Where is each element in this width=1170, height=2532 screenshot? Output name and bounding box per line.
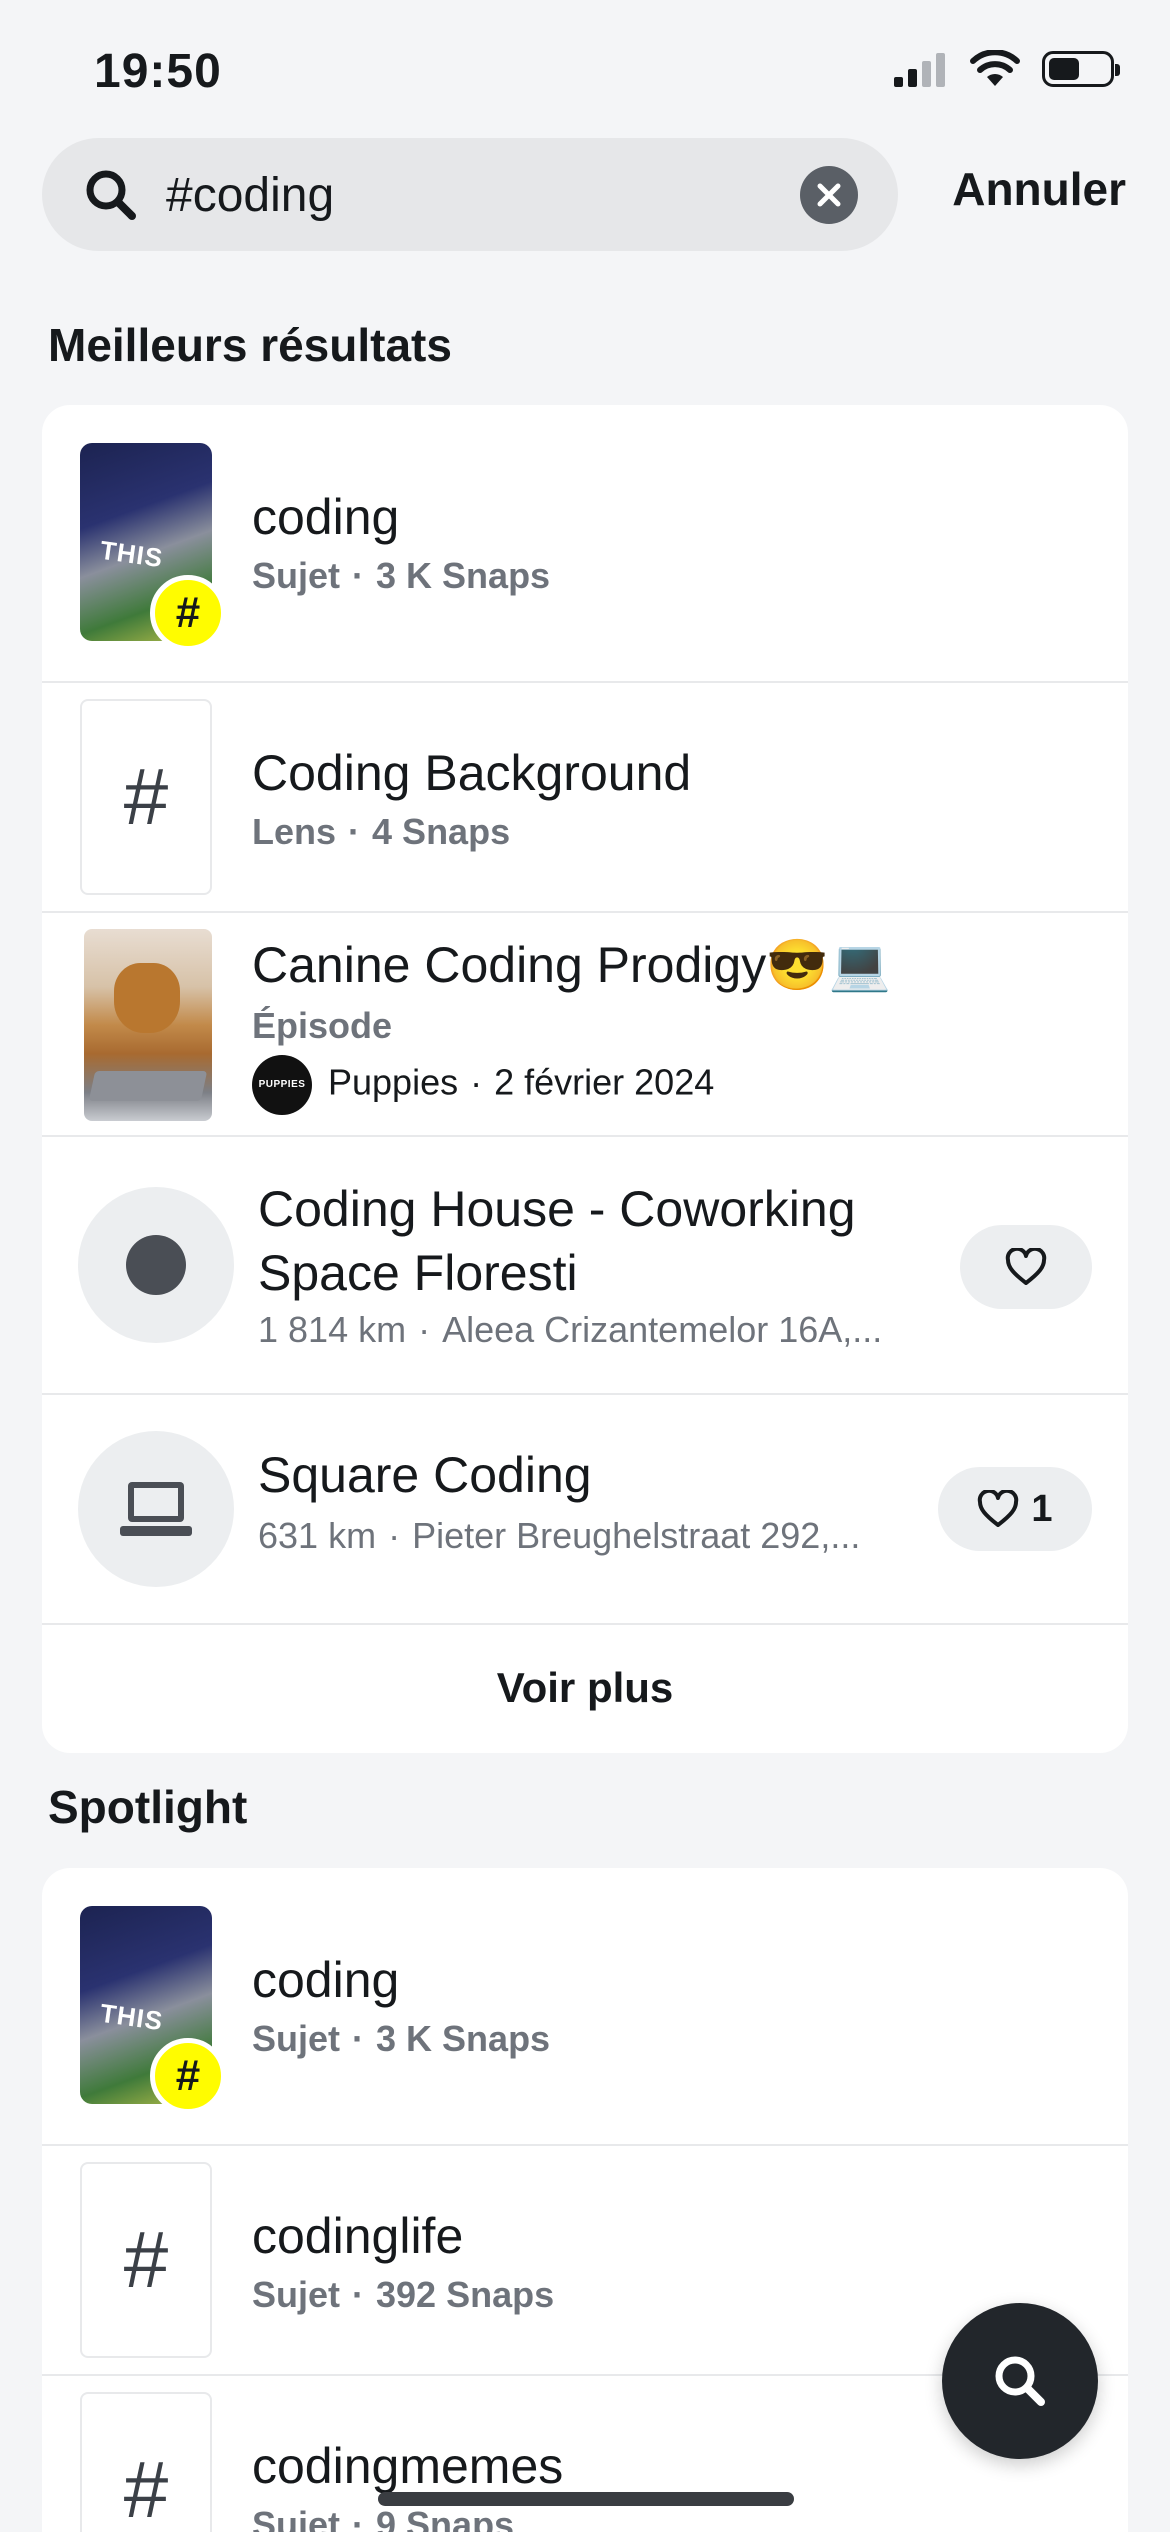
- result-subtitle: Sujet · 3 K Snaps: [252, 2018, 551, 2059]
- floating-search-button[interactable]: [942, 2303, 1098, 2459]
- home-indicator: [378, 2492, 794, 2506]
- result-subtitle: Lens · 4 Snaps: [252, 811, 511, 852]
- cellular-signal-icon: [894, 53, 945, 87]
- favorite-button[interactable]: [960, 1225, 1092, 1309]
- result-type: Épisode: [252, 1005, 393, 1046]
- result-row-place-square-coding[interactable]: Square Coding 631 km · Pieter Breughelstra…: [42, 1395, 1128, 1625]
- result-row-lens-coding-background[interactable]: # Coding Background Lens · 4 Snaps: [42, 683, 1128, 913]
- result-title: Square Coding: [258, 1447, 592, 1503]
- thumbnail-overlay-text: THIS: [98, 1997, 166, 2037]
- episode-thumbnail: [84, 929, 212, 1121]
- hashtag-badge-icon: #: [150, 575, 226, 651]
- best-results-heading: Meilleurs résultats: [48, 319, 452, 371]
- laptop-icon: [120, 1482, 192, 1536]
- result-title: Canine Coding Prodigy😎💻: [252, 937, 891, 993]
- hashtag-icon: #: [80, 2162, 212, 2358]
- result-subtitle: 1 814 km · Aleea Crizantemelor 16A,...: [258, 1309, 883, 1350]
- result-subtitle: Sujet · 3 K Snaps: [252, 555, 551, 596]
- place-dot-icon: [126, 1235, 186, 1295]
- search-input[interactable]: [166, 160, 806, 230]
- place-icon: [78, 1431, 234, 1587]
- result-row-place-coding-house[interactable]: Coding House - Coworking Space Floresti …: [42, 1137, 1128, 1395]
- search-bar[interactable]: [42, 138, 898, 251]
- result-title: coding: [252, 489, 400, 545]
- close-icon: [817, 183, 841, 207]
- hashtag-badge-icon: #: [150, 2038, 226, 2114]
- heart-icon: [978, 1490, 1019, 1527]
- status-bar: 19:50: [0, 0, 1170, 140]
- search-icon: [995, 2356, 1045, 2406]
- result-title: codinglife: [252, 2208, 464, 2264]
- result-subtitle: 631 km · Pieter Breughelstraat 292,...: [258, 1515, 861, 1556]
- result-title: coding: [252, 1952, 400, 2008]
- clear-search-button[interactable]: [800, 166, 858, 224]
- result-subtitle: Sujet · 9 Snaps: [252, 2504, 515, 2532]
- place-icon: [78, 1187, 234, 1343]
- hashtag-icon: #: [80, 699, 212, 895]
- status-time: 19:50: [94, 45, 222, 98]
- result-title: Coding Background: [252, 745, 692, 801]
- battery-icon: [1042, 51, 1120, 87]
- spotlight-row-coding[interactable]: THIS # coding Sujet · 3 K Snaps: [42, 1868, 1128, 2146]
- result-title: Coding House - Coworking Space Floresti: [258, 1181, 856, 1301]
- result-title: codingmemes: [252, 2438, 564, 2494]
- spotlight-heading: Spotlight: [48, 1781, 248, 1833]
- result-subtitle: Sujet · 392 Snaps: [252, 2274, 555, 2315]
- result-row-topic-coding[interactable]: THIS # coding Sujet · 3 K Snaps: [42, 405, 1128, 683]
- best-results-card: THIS # coding Sujet · 3 K Snaps # Coding B…: [42, 405, 1128, 1753]
- result-publisher-line: PUPPIES Puppies · 2 février 2024: [252, 1055, 714, 1115]
- publisher-avatar: PUPPIES: [252, 1055, 312, 1115]
- publisher-name: Puppies: [328, 1061, 459, 1103]
- result-row-episode-canine-coding[interactable]: Canine Coding Prodigy😎💻 Épisode PUPPIES P…: [42, 913, 1128, 1137]
- favorite-count: 1: [1031, 1487, 1053, 1530]
- search-icon: [86, 170, 136, 220]
- status-icons: [894, 50, 1120, 88]
- favorite-button[interactable]: 1: [938, 1467, 1092, 1551]
- hashtag-icon: #: [80, 2392, 212, 2532]
- wifi-icon: [970, 50, 1020, 86]
- episode-date: 2 février 2024: [494, 1061, 715, 1103]
- thumbnail-overlay-text: THIS: [98, 534, 166, 574]
- heart-icon: [1005, 1248, 1047, 1285]
- see-more-button[interactable]: Voir plus: [42, 1625, 1128, 1751]
- cancel-button[interactable]: Annuler: [952, 162, 1126, 216]
